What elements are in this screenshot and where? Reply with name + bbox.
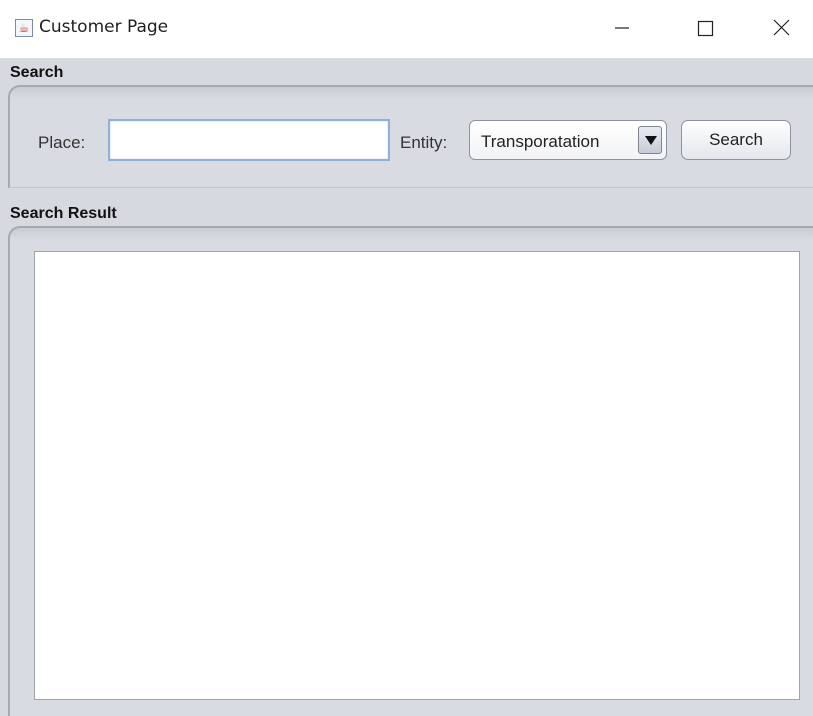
title-bar[interactable]: ☕ Customer Page — [0, 0, 813, 58]
maximize-button[interactable] — [683, 8, 729, 48]
java-cup-icon: ☕ — [15, 19, 33, 37]
minimize-icon — [615, 27, 629, 29]
window-title: Customer Page — [39, 17, 169, 37]
place-label: Place: — [38, 133, 86, 152]
close-icon — [773, 19, 790, 36]
dropdown-arrow-button[interactable] — [638, 126, 662, 154]
search-button[interactable]: Search — [681, 120, 791, 160]
close-button[interactable] — [763, 8, 809, 48]
search-section-title: Search — [10, 64, 64, 81]
minimize-button[interactable] — [598, 8, 644, 48]
maximize-icon — [697, 20, 714, 37]
customer-page-window: ☕ Customer Page Search Place: Entity: Tr… — [0, 0, 813, 716]
entity-label: Entity: — [400, 133, 448, 152]
search-result-title: Search Result — [10, 205, 117, 222]
entity-selected-value: Transporatation — [481, 132, 600, 151]
place-input[interactable] — [108, 119, 390, 161]
entity-dropdown[interactable]: Transporatation — [469, 120, 667, 160]
chevron-down-icon — [645, 136, 657, 145]
search-result-area[interactable] — [34, 251, 800, 700]
